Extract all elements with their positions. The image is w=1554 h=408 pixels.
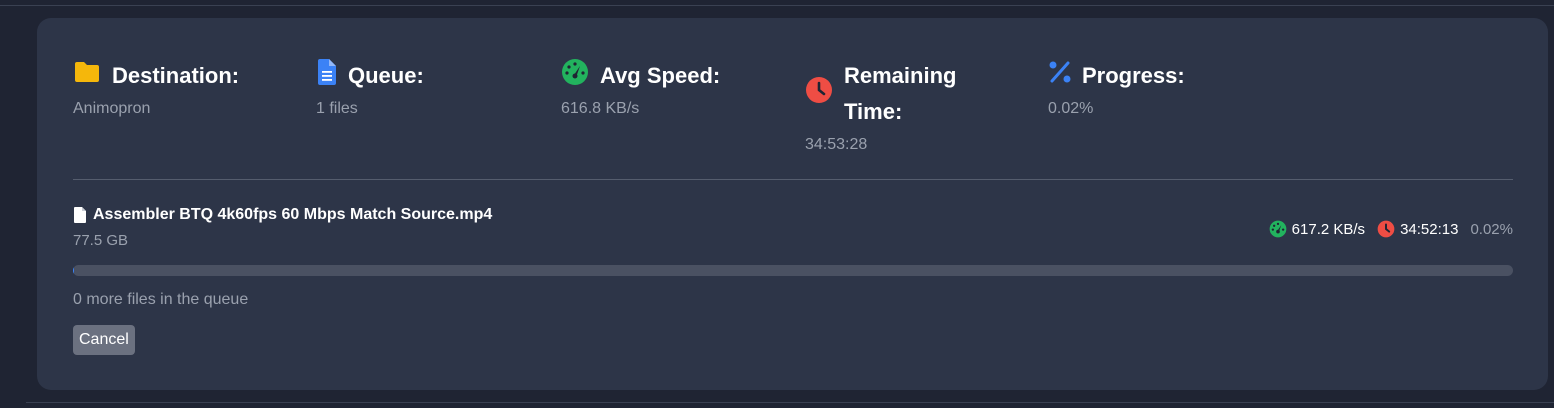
file-name: Assembler BTQ 4k60fps 60 Mbps Match Sour…	[93, 206, 493, 223]
stat-destination: Destination: Animopron	[73, 58, 239, 120]
folder-icon	[73, 58, 101, 86]
percent-icon	[1048, 58, 1072, 86]
cancel-button[interactable]: Cancel	[73, 325, 135, 355]
file-time-left: 34:52:13	[1400, 220, 1459, 238]
progress-label: Progress:	[1082, 63, 1185, 88]
file-size: 77.5 GB	[73, 232, 129, 249]
avg-speed-label: Avg Speed:	[600, 63, 721, 88]
destination-label: Destination:	[112, 63, 240, 88]
remaining-label-line2: Time:	[844, 99, 903, 124]
destination-value: Animopron	[73, 100, 151, 117]
stat-avg-speed: Avg Speed: 616.8 KB/s	[561, 58, 720, 120]
progress-bar	[73, 265, 1513, 276]
file-speedometer-icon	[1269, 220, 1287, 238]
transfer-panel: Destination: Animopron Queue: 1 files Av…	[37, 18, 1548, 390]
file-icon	[73, 206, 87, 224]
file-clock-icon	[1377, 220, 1395, 238]
avg-speed-value: 616.8 KB/s	[561, 100, 640, 117]
section-divider	[73, 179, 1513, 180]
stat-queue: Queue: 1 files	[316, 58, 424, 120]
top-divider	[0, 5, 1554, 6]
document-icon	[316, 58, 338, 86]
stat-remaining-time: Remaining Time: 34:53:28	[805, 58, 956, 156]
file-stats: 617.2 KB/s 34:52:13 0.02%	[1257, 220, 1513, 238]
stats-row: Destination: Animopron Queue: 1 files Av…	[73, 58, 1513, 168]
queue-value: 1 files	[316, 100, 358, 117]
clock-icon	[805, 76, 833, 104]
file-item: Assembler BTQ 4k60fps 60 Mbps Match Sour…	[73, 206, 1513, 249]
remaining-time-value: 34:53:28	[805, 136, 868, 153]
remaining-label-line1: Remaining	[844, 63, 957, 88]
file-speed: 617.2 KB/s	[1291, 220, 1366, 238]
file-percent: 0.02%	[1470, 220, 1513, 238]
queue-label: Queue:	[348, 63, 424, 88]
bottom-divider	[26, 402, 1554, 403]
progress-value: 0.02%	[1048, 100, 1094, 117]
stat-progress: Progress: 0.02%	[1048, 58, 1185, 120]
speedometer-icon	[561, 58, 589, 86]
queue-note: 0 more files in the queue	[73, 291, 249, 308]
